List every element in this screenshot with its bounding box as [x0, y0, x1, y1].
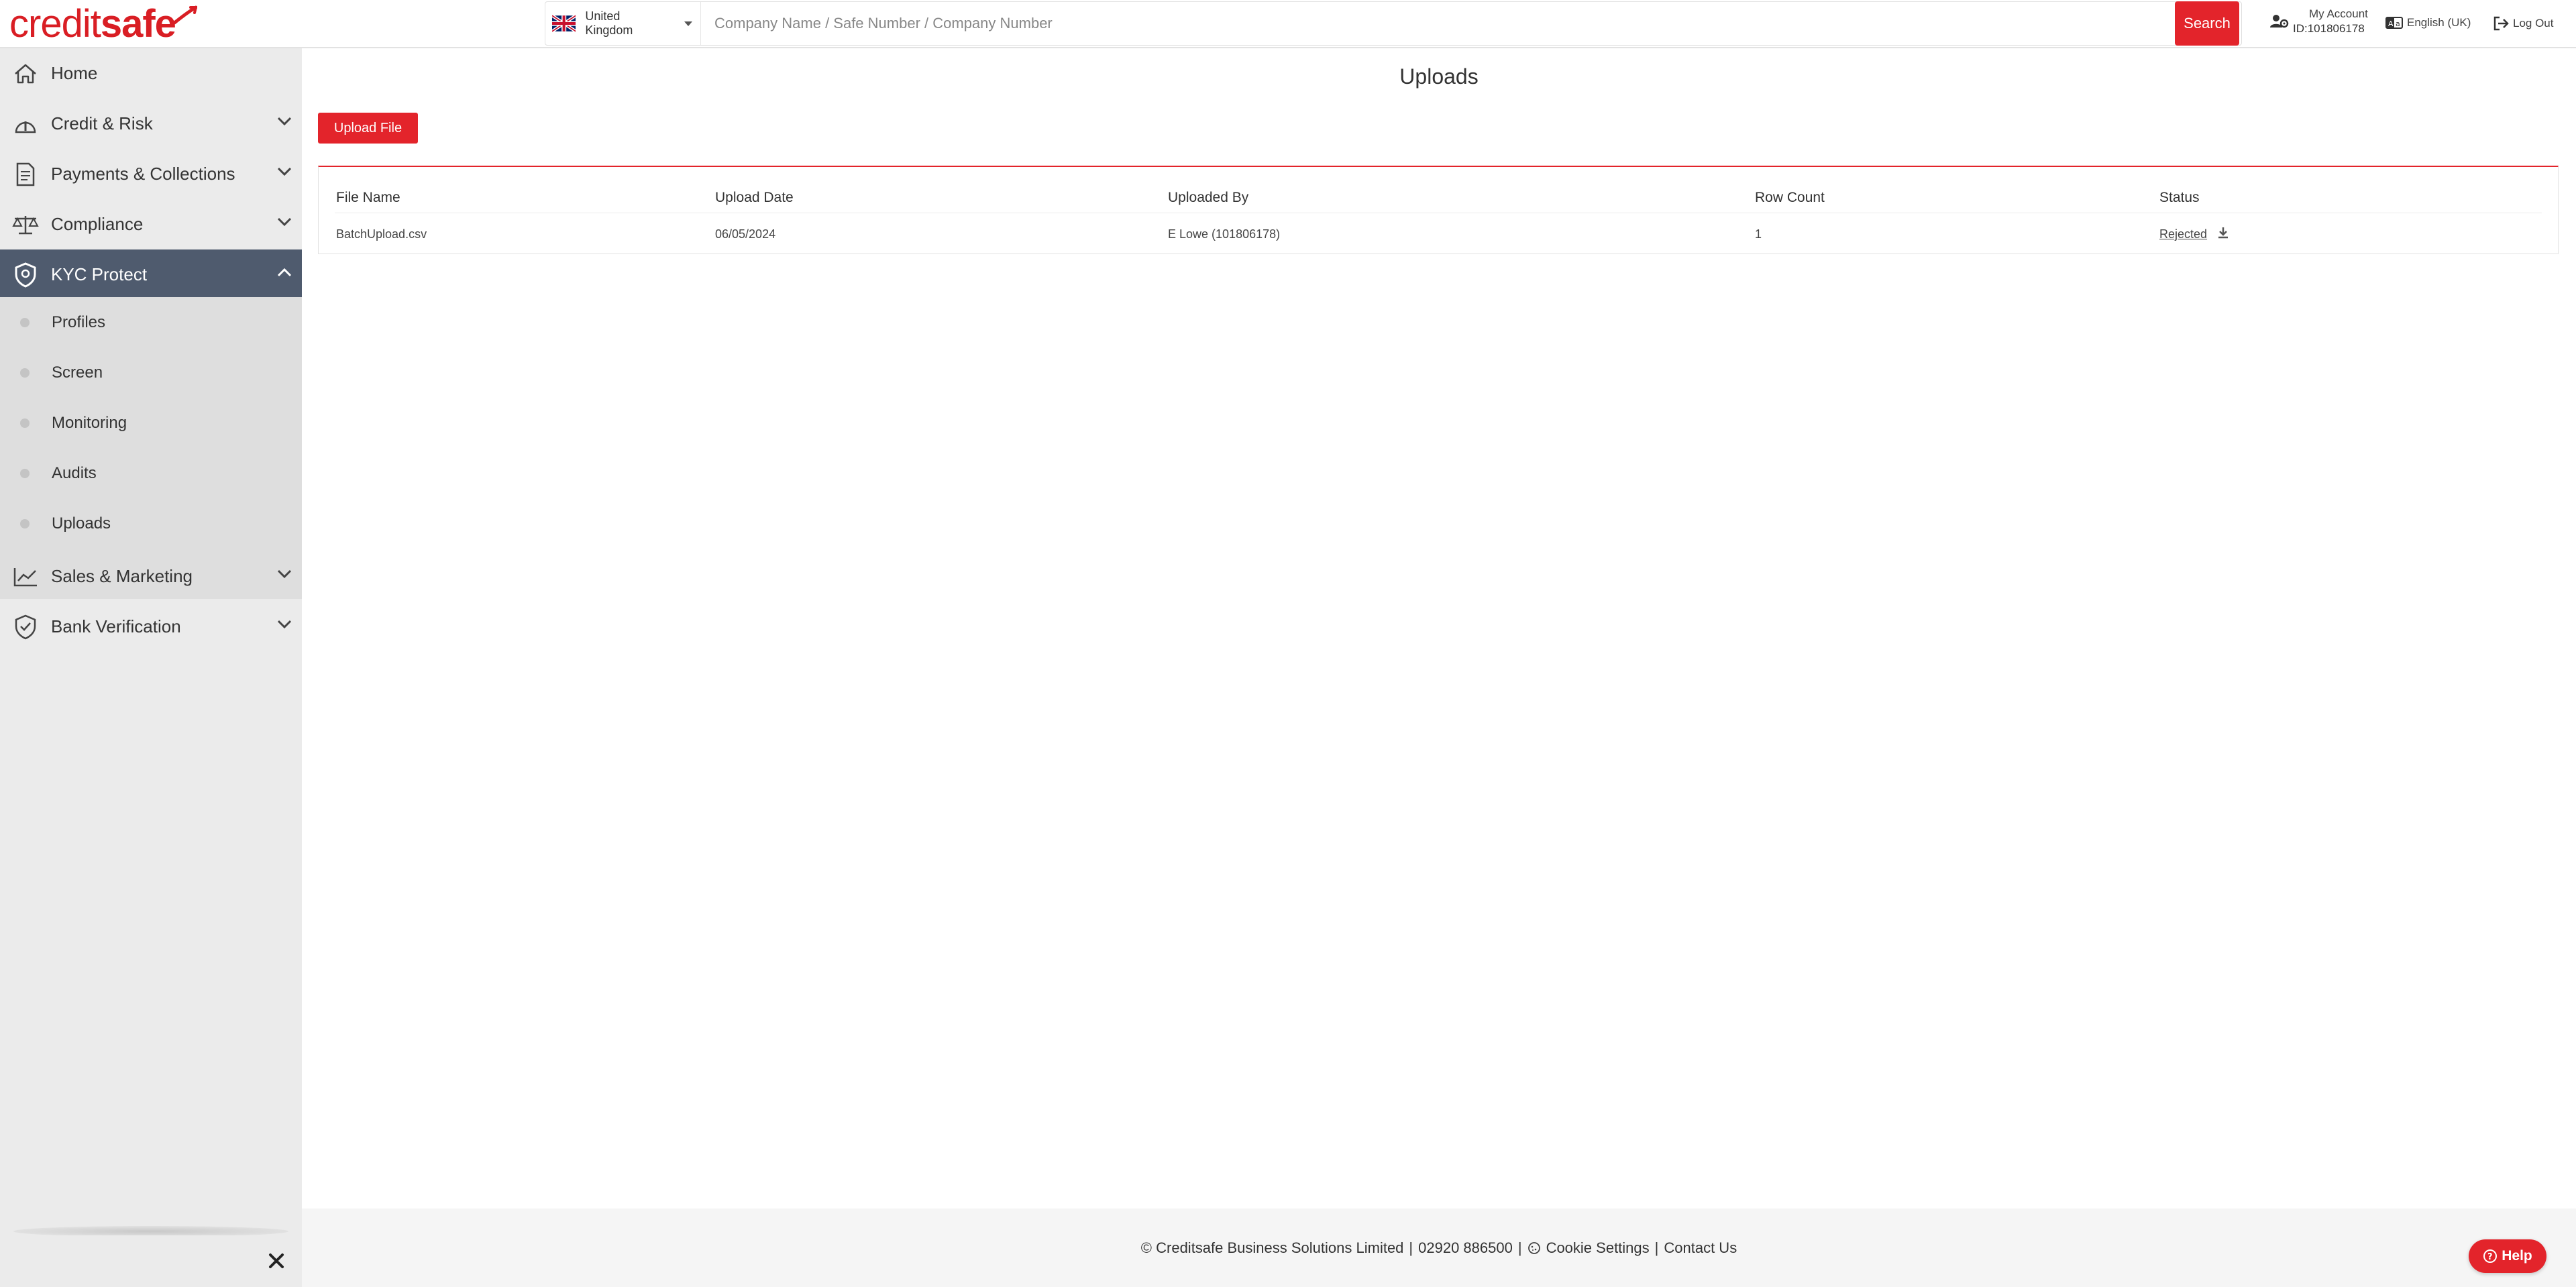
sidebar-subitem-label: Screen: [52, 363, 103, 382]
bullet-dot: [20, 418, 30, 428]
logout-label: Log Out: [2513, 17, 2554, 30]
svg-text:a: a: [2396, 19, 2400, 28]
sidebar-item-label: KYC Protect: [51, 264, 148, 284]
main-content: Uploads Upload File File Name Upload Dat…: [302, 48, 2576, 1209]
sidebar-item-label: Home: [51, 63, 98, 83]
sidebar-item-label: Compliance: [51, 214, 144, 234]
chevron-down-icon: [684, 21, 692, 26]
scales-icon: [12, 211, 39, 238]
sidebar-item-credit-risk[interactable]: Credit & Risk: [0, 99, 302, 149]
svg-text:A: A: [2388, 19, 2394, 28]
uploads-table: File Name Upload Date Uploaded By Row Co…: [318, 166, 2559, 254]
chevron-down-icon: [277, 217, 292, 227]
phone-number: 02920 886500: [1418, 1239, 1513, 1256]
sidebar-item-compliance[interactable]: Compliance: [0, 199, 302, 249]
sidebar-footer: [0, 1235, 302, 1287]
shield-check-icon: [12, 614, 39, 640]
column-header-file-name[interactable]: File Name: [336, 190, 400, 206]
footer-separator: |: [1654, 1239, 1659, 1256]
cell-file-name: BatchUpload.csv: [336, 227, 427, 241]
sidebar-subitem-label: Profiles: [52, 313, 106, 331]
bullet-dot: [20, 317, 30, 327]
chevron-down-icon: [277, 167, 292, 176]
sidebar-item-label: Payments & Collections: [51, 164, 235, 184]
sidebar-subitem-profiles[interactable]: Profiles: [0, 297, 302, 347]
contact-us-link[interactable]: Contact Us: [1664, 1239, 1737, 1257]
logo-text-safe: safe: [100, 1, 176, 46]
cookie-icon: [1527, 1242, 1540, 1254]
page-footer: © Creditsafe Business Solutions Limited …: [302, 1209, 2576, 1287]
language-icon: A a: [2385, 17, 2403, 29]
footer-separator: |: [1409, 1239, 1413, 1256]
logo-text-credit: credit: [9, 1, 101, 46]
company-search-input[interactable]: [701, 2, 2241, 45]
shield-icon: [12, 262, 39, 288]
sidebar-nav: Home Credit & Risk Payments & Collection…: [0, 48, 302, 1287]
footer-separator: |: [1517, 1239, 1522, 1256]
cell-row-count: 1: [1755, 227, 1762, 241]
bullet-dot: [20, 468, 30, 478]
cell-upload-date: 06/05/2024: [715, 227, 776, 241]
cell-uploaded-by: E Lowe (101806178): [1168, 227, 1281, 241]
creditsafe-logo[interactable]: credit safe: [9, 1, 197, 46]
svg-text:?: ?: [2487, 1252, 2493, 1262]
bullet-dot: [20, 368, 30, 378]
chart-icon: [12, 563, 39, 590]
account-id: ID:101806178: [2293, 22, 2365, 35]
sidebar-subitem-monitoring[interactable]: Monitoring: [0, 398, 302, 448]
sidebar-subitem-label: Monitoring: [52, 413, 127, 432]
sidebar-subitem-label: Uploads: [52, 514, 111, 533]
language-selector[interactable]: A a English (UK): [2385, 16, 2471, 30]
sidebar-subitem-label: Audits: [52, 463, 97, 482]
sidebar-item-label: Sales & Marketing: [51, 566, 193, 586]
sign-out-icon: [2493, 16, 2509, 31]
chevron-down-icon: [277, 117, 292, 126]
logout-link[interactable]: Log Out: [2493, 16, 2554, 31]
sidebar-item-payments-collections[interactable]: Payments & Collections: [0, 149, 302, 199]
sidebar-item-home[interactable]: Home: [0, 48, 302, 99]
uk-flag-icon: [552, 15, 576, 32]
sidebar-item-bank-verification[interactable]: Bank Verification: [0, 602, 302, 652]
my-account-label: My Account: [2309, 7, 2368, 20]
upload-file-button[interactable]: Upload File: [318, 113, 418, 144]
sidebar-item-kyc-protect[interactable]: KYC Protect: [0, 249, 302, 300]
users-cog-icon: [2270, 15, 2289, 28]
column-header-uploaded-by[interactable]: Uploaded By: [1168, 190, 1248, 206]
company-search-bar: United Kingdom: [545, 1, 2242, 46]
top-header: creditsafe United Kingdom Search: [0, 0, 2576, 48]
payments-icon: [12, 161, 39, 188]
column-header-status[interactable]: Status: [2159, 190, 2200, 206]
copyright-text: © Creditsafe Business Solutions Limited: [1140, 1239, 1404, 1256]
chevron-up-icon: [277, 268, 292, 277]
help-label: Help: [2502, 1248, 2532, 1264]
credit-risk-icon: [12, 111, 39, 137]
column-header-upload-date[interactable]: Upload Date: [715, 190, 794, 206]
sidebar-item-sales-marketing[interactable]: Sales & Marketing: [0, 551, 302, 602]
country-dropdown[interactable]: United Kingdom: [545, 2, 701, 45]
page-title: Uploads: [1399, 64, 1479, 89]
sidebar-item-label: Credit & Risk: [51, 113, 153, 133]
sidebar-subitem-audits[interactable]: Audits: [0, 448, 302, 498]
sidebar-subitem-screen[interactable]: Screen: [0, 347, 302, 398]
chevron-down-icon: [277, 620, 292, 629]
my-account-link[interactable]: My Account ID:101806178: [2270, 7, 2368, 36]
chevron-down-icon: [277, 569, 292, 579]
search-button[interactable]: Search: [2175, 1, 2239, 46]
logo-swoosh-icon: [172, 5, 197, 25]
sidebar-subitem-uploads[interactable]: Uploads: [0, 498, 302, 549]
status-rejected-link[interactable]: Rejected: [2159, 227, 2207, 241]
home-icon: [12, 60, 39, 87]
cookie-settings-link[interactable]: Cookie Settings: [1546, 1239, 1650, 1257]
help-button[interactable]: ? Help: [2469, 1239, 2546, 1273]
country-label: United Kingdom: [585, 9, 633, 37]
close-icon[interactable]: [266, 1251, 286, 1271]
column-header-row-count[interactable]: Row Count: [1755, 190, 1825, 206]
help-circle-icon: ?: [2483, 1249, 2498, 1263]
bullet-dot: [20, 518, 30, 528]
language-label: English (UK): [2407, 16, 2471, 29]
download-icon[interactable]: [2217, 226, 2229, 239]
sidebar-item-label: Bank Verification: [51, 616, 181, 636]
